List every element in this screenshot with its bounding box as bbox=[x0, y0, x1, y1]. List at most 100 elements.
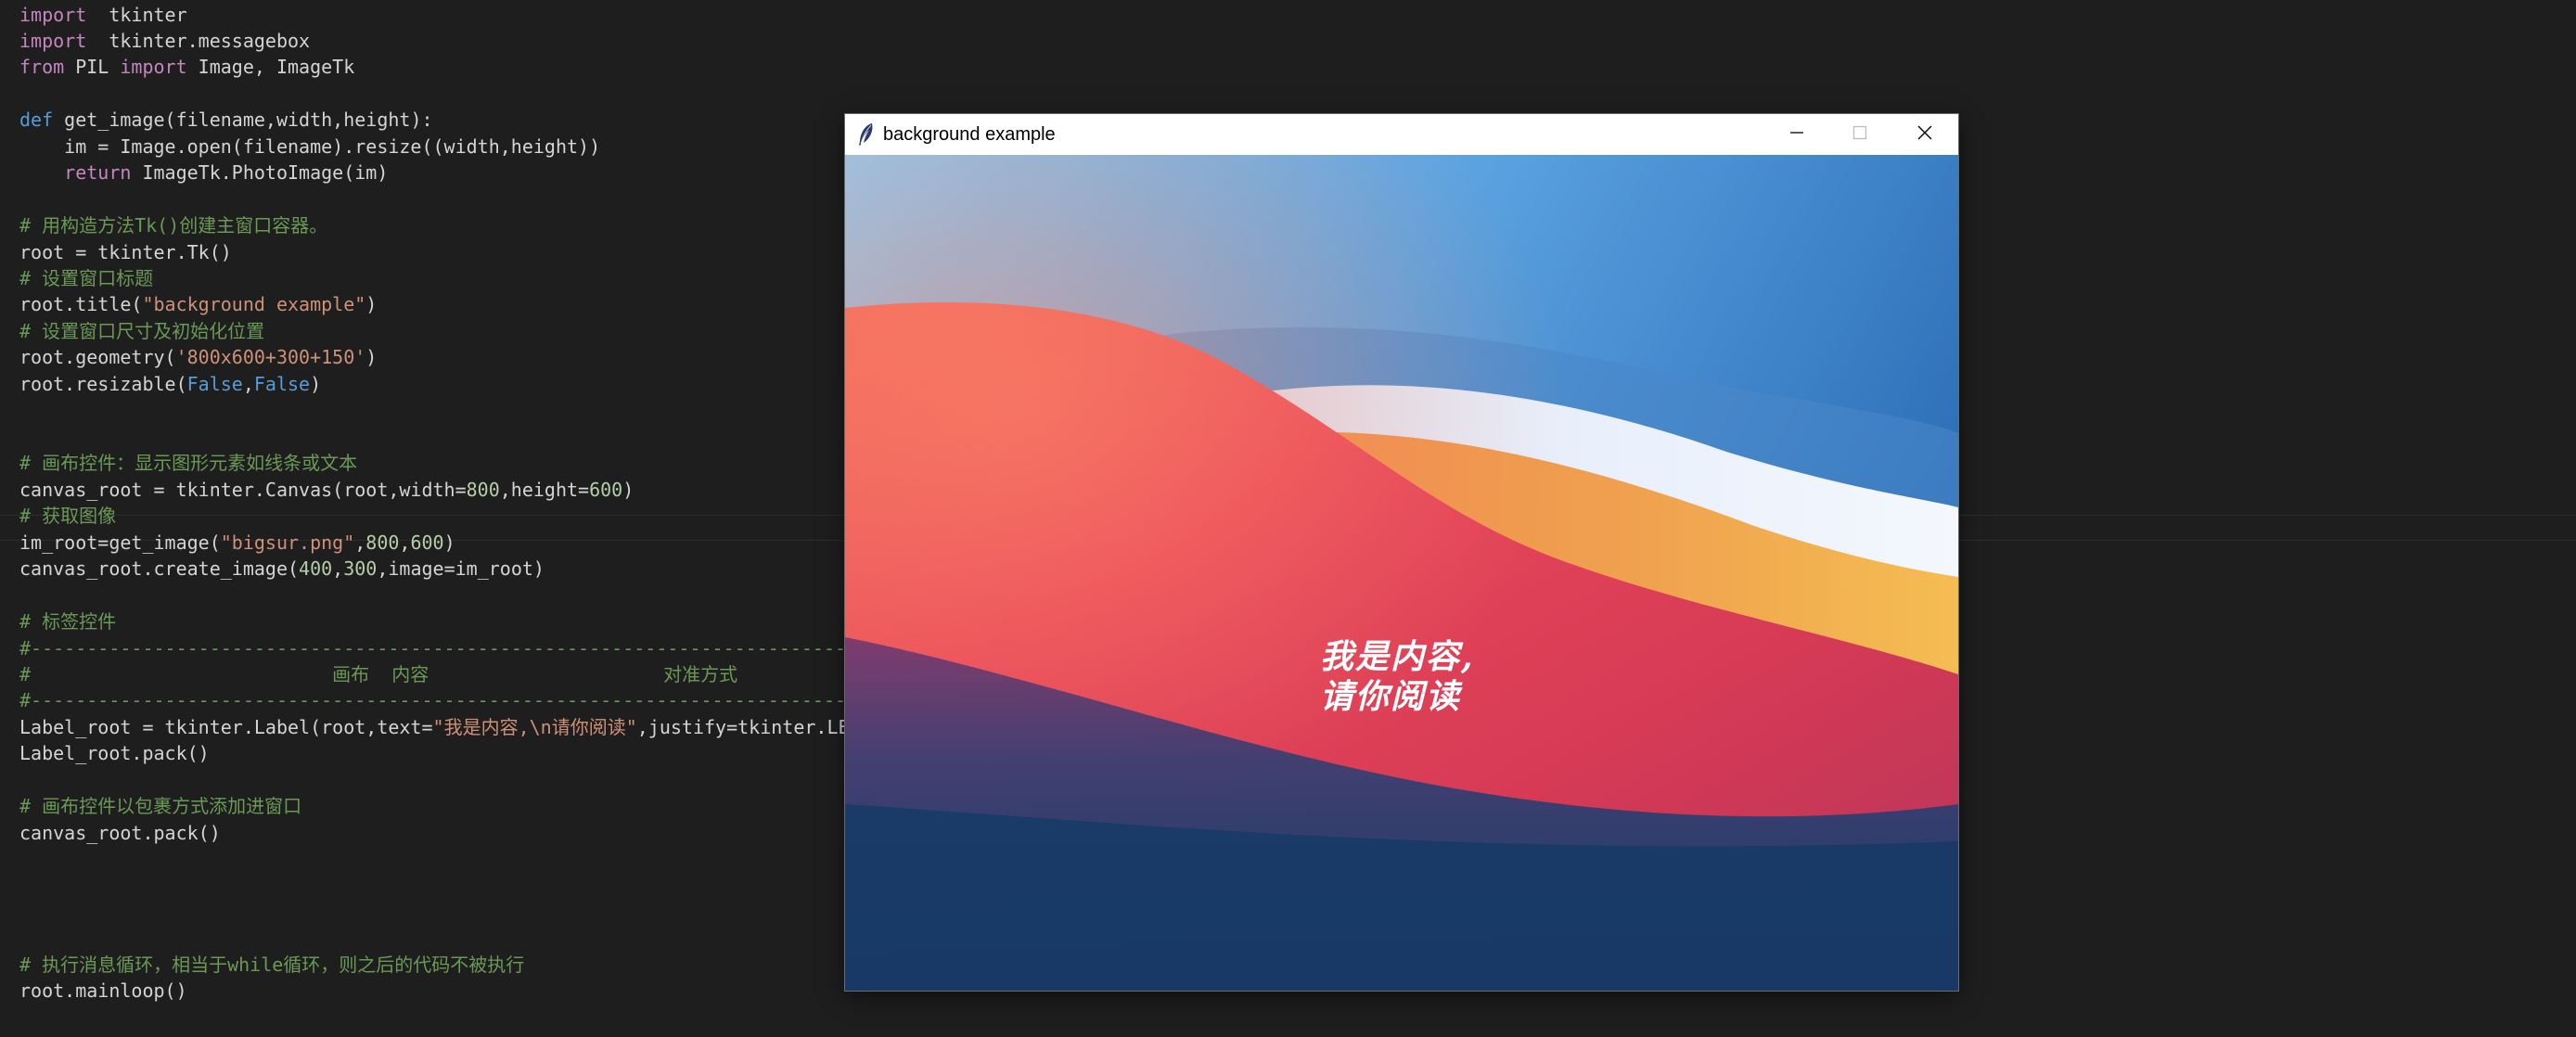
content-label: 我是内容, 请你阅读 bbox=[1320, 637, 1475, 716]
code-token: 800 bbox=[466, 479, 500, 501]
maximize-button bbox=[1828, 114, 1891, 155]
code-token: import bbox=[19, 30, 87, 52]
code-line: root = tkinter.Tk() bbox=[19, 239, 232, 265]
code-token: '800x600+300+150' bbox=[175, 346, 366, 368]
code-token: False bbox=[253, 373, 311, 395]
code-line: # 执行消息循环，相当于while循环，则之后的代码不被执行 bbox=[19, 952, 524, 978]
code-token: from bbox=[19, 56, 65, 78]
maximize-icon bbox=[1852, 124, 1868, 146]
tk-window[interactable]: background example 我是内容, 请你阅读 bbox=[845, 114, 1958, 991]
code-token: root.geometry( bbox=[19, 346, 176, 368]
code-token: ,height= bbox=[499, 479, 590, 501]
code-token: # 设置窗口标题 bbox=[19, 267, 154, 289]
code-token: # 标签控件 bbox=[19, 610, 117, 633]
minimize-button[interactable] bbox=[1765, 114, 1828, 155]
tk-feather-icon bbox=[856, 122, 877, 147]
code-token: ) bbox=[365, 346, 378, 368]
code-line: root.geometry('800x600+300+150') bbox=[19, 344, 377, 370]
close-button[interactable] bbox=[1893, 114, 1956, 155]
code-line: Label_root = tkinter.Label(root,text="我是… bbox=[19, 714, 872, 740]
code-line: # 设置窗口尺寸及初始化位置 bbox=[19, 318, 264, 344]
code-line: # 设置窗口标题 bbox=[19, 265, 153, 291]
code-token: Image, ImageTk bbox=[186, 56, 355, 78]
code-line: # 用构造方法Tk()创建主窗口容器。 bbox=[19, 212, 327, 238]
code-token: import bbox=[19, 4, 87, 26]
close-icon bbox=[1916, 124, 1933, 146]
code-token: root.mainloop() bbox=[19, 979, 187, 1002]
code-token: # 画布控件：显示图形元素如线条或文本 bbox=[19, 452, 358, 474]
code-token: ,image=im_root) bbox=[377, 557, 545, 580]
code-token: 800 bbox=[365, 531, 400, 554]
code-line: # 画布控件：显示图形元素如线条或文本 bbox=[19, 450, 357, 476]
code-line: import tkinter bbox=[19, 2, 187, 28]
code-token: ) bbox=[310, 373, 322, 395]
code-line: import tkinter.messagebox bbox=[19, 28, 310, 54]
code-token: 400 bbox=[299, 557, 333, 580]
code-token: , bbox=[354, 531, 366, 554]
code-token: canvas_root.create_image( bbox=[19, 557, 300, 580]
code-token: Label_root = tkinter.Label(root,text= bbox=[19, 716, 433, 738]
bigsur-wallpaper bbox=[845, 155, 1958, 991]
code-token: # 用构造方法Tk()创建主窗口容器。 bbox=[19, 214, 328, 237]
code-line: # 获取图像 bbox=[19, 503, 116, 529]
code-line: # 画布控件以包裹方式添加进窗口 bbox=[19, 793, 301, 819]
code-token: # 画布 内容 对准方式 bbox=[19, 663, 738, 685]
code-token: 600 bbox=[589, 479, 623, 501]
code-token: tkinter.messagebox bbox=[86, 30, 311, 52]
code-token: Label_root.pack() bbox=[19, 742, 210, 764]
code-token: return bbox=[64, 161, 132, 184]
code-token: PIL bbox=[64, 56, 121, 78]
code-token: #---------------------------------------… bbox=[19, 637, 914, 659]
code-token: root = tkinter.Tk() bbox=[19, 241, 232, 263]
code-token: tkinter bbox=[86, 4, 187, 26]
code-token: canvas_root.pack() bbox=[19, 822, 221, 844]
code-token: , bbox=[242, 373, 254, 395]
code-token: root.title( bbox=[19, 293, 143, 315]
code-token: # 获取图像 bbox=[19, 505, 117, 527]
code-token: import bbox=[120, 56, 187, 78]
code-token: get_image(filename,width,height): bbox=[53, 109, 433, 131]
code-token: "bigsur.png" bbox=[220, 531, 355, 554]
code-line: canvas_root = tkinter.Canvas(root,width=… bbox=[19, 477, 634, 503]
code-line: root.resizable(False,False) bbox=[19, 371, 321, 397]
code-token: im_root=get_image( bbox=[19, 531, 221, 554]
code-token: ,justify=tkinter.LEFT bbox=[636, 716, 872, 738]
code-token: ) bbox=[622, 479, 634, 501]
code-token: # 设置窗口尺寸及初始化位置 bbox=[19, 320, 265, 342]
window-titlebar[interactable]: background example bbox=[845, 114, 1958, 155]
code-token: , bbox=[332, 557, 344, 580]
code-line: # 画布 内容 对准方式 bbox=[19, 661, 737, 687]
code-token: False bbox=[186, 373, 243, 395]
code-token: im = Image.open(filename).resize((width,… bbox=[19, 135, 601, 158]
code-line: im_root=get_image("bigsur.png",800,600) bbox=[19, 530, 455, 556]
code-token: "background example" bbox=[142, 293, 366, 315]
code-line: root.mainloop() bbox=[19, 978, 187, 1004]
code-token: 300 bbox=[343, 557, 378, 580]
code-line: im = Image.open(filename).resize((width,… bbox=[19, 134, 600, 160]
code-token: def bbox=[19, 109, 54, 131]
code-line: from PIL import Image, ImageTk bbox=[19, 54, 354, 80]
code-token: ImageTk.PhotoImage(im) bbox=[131, 161, 389, 184]
code-token: # 画布控件以包裹方式添加进窗口 bbox=[19, 795, 302, 817]
code-line: Label_root.pack() bbox=[19, 740, 210, 766]
code-line: canvas_root.pack() bbox=[19, 820, 221, 846]
code-token: "我是内容,\n请你阅读" bbox=[432, 716, 637, 738]
code-line: canvas_root.create_image(400,300,image=i… bbox=[19, 556, 545, 582]
code-line: #---------------------------------------… bbox=[19, 687, 913, 713]
code-line: #---------------------------------------… bbox=[19, 635, 913, 661]
code-token: canvas_root = tkinter.Canvas(root,width= bbox=[19, 479, 467, 501]
code-line: # 标签控件 bbox=[19, 608, 116, 634]
code-token: 600 bbox=[410, 531, 444, 554]
code-token: ) bbox=[443, 531, 455, 554]
window-title: background example bbox=[883, 124, 1056, 145]
code-token: # 执行消息循环，相当于while循环，则之后的代码不被执行 bbox=[19, 954, 525, 976]
canvas-background-image[interactable]: 我是内容, 请你阅读 bbox=[845, 155, 1958, 991]
code-line: root.title("background example") bbox=[19, 291, 377, 317]
code-token: #---------------------------------------… bbox=[19, 689, 914, 711]
minimize-icon bbox=[1788, 124, 1805, 146]
code-token: root.resizable( bbox=[19, 373, 187, 395]
code-token: , bbox=[399, 531, 411, 554]
code-token: ) bbox=[365, 293, 378, 315]
code-line: return ImageTk.PhotoImage(im) bbox=[19, 160, 388, 186]
